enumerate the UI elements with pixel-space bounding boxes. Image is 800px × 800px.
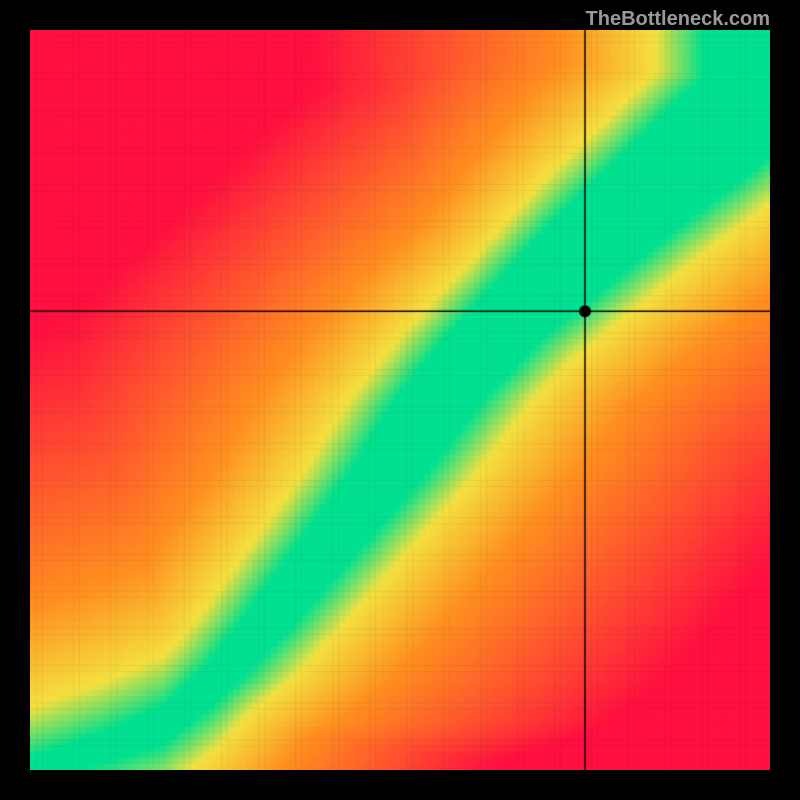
bottleneck-heatmap xyxy=(30,30,770,770)
watermark-text: TheBottleneck.com xyxy=(586,8,770,31)
